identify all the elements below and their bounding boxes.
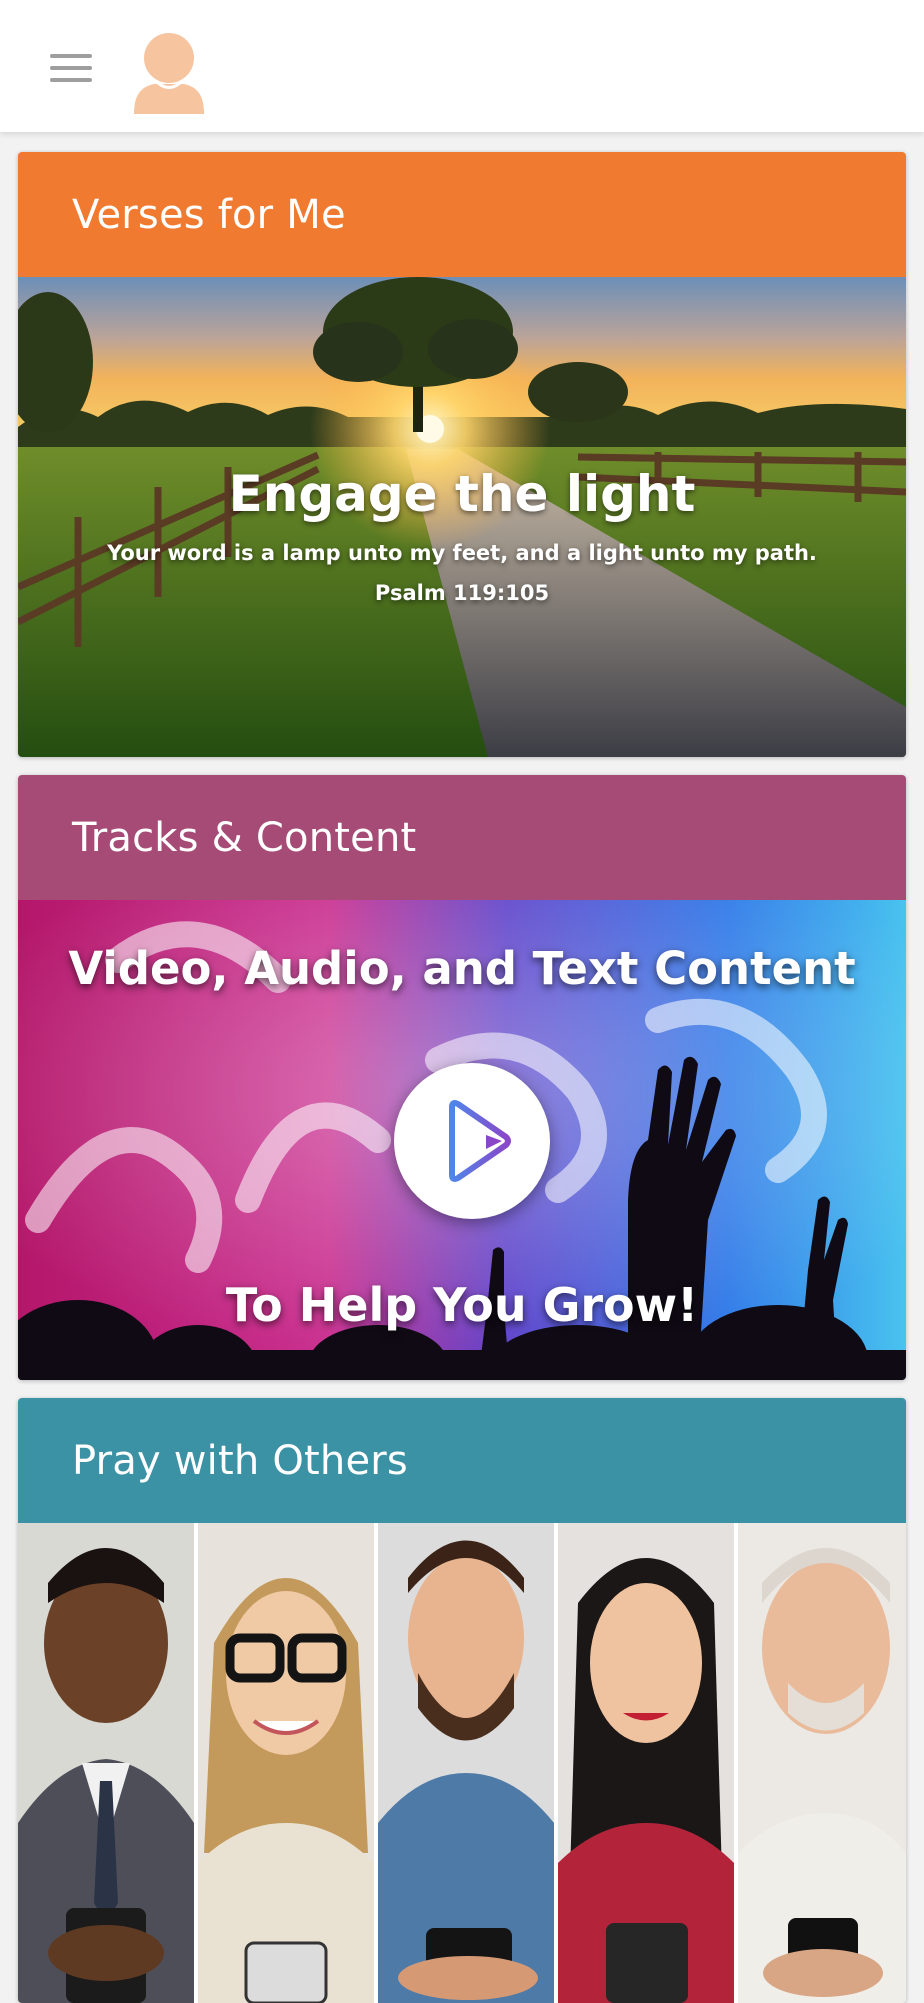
people-praying-image xyxy=(18,1523,906,2003)
card-header: Verses for Me xyxy=(18,152,906,277)
menu-line xyxy=(50,78,92,82)
verses-for-me-card[interactable]: Verses for Me Engage the light Your word… xyxy=(18,152,906,757)
image-verse-reference: Psalm 119:105 xyxy=(374,581,550,605)
hamburger-menu-icon[interactable] xyxy=(50,54,92,82)
card-header: Tracks & Content xyxy=(18,775,906,900)
card-title: Tracks & Content xyxy=(72,814,417,861)
image-verse: Your word is a lamp unto my feet, and a … xyxy=(107,541,817,565)
tracks-and-content-card[interactable]: Tracks & Content Video, Audio, and Text … xyxy=(18,775,906,1380)
people-with-phones-graphic xyxy=(18,1523,906,2003)
card-header: Pray with Others xyxy=(18,1398,906,1523)
card-title: Verses for Me xyxy=(72,191,346,238)
card-title: Pray with Others xyxy=(72,1437,408,1484)
worship-concert-image: Video, Audio, and Text Content To Help Y… xyxy=(18,900,906,1380)
pray-with-others-card[interactable]: Pray with Others xyxy=(18,1398,906,2003)
app-header xyxy=(0,0,924,132)
user-avatar-icon[interactable] xyxy=(130,30,208,114)
sunset-road-image: Engage the light Your word is a lamp unt… xyxy=(18,277,906,757)
menu-line xyxy=(50,66,92,70)
image-headline: Engage the light xyxy=(228,465,696,523)
image-subline: To Help You Grow! xyxy=(225,1278,699,1332)
menu-line xyxy=(50,54,92,58)
play-icon[interactable] xyxy=(394,1063,550,1219)
card-list: Verses for Me Engage the light Your word… xyxy=(0,132,924,2003)
image-headline: Video, Audio, and Text Content xyxy=(68,942,856,995)
